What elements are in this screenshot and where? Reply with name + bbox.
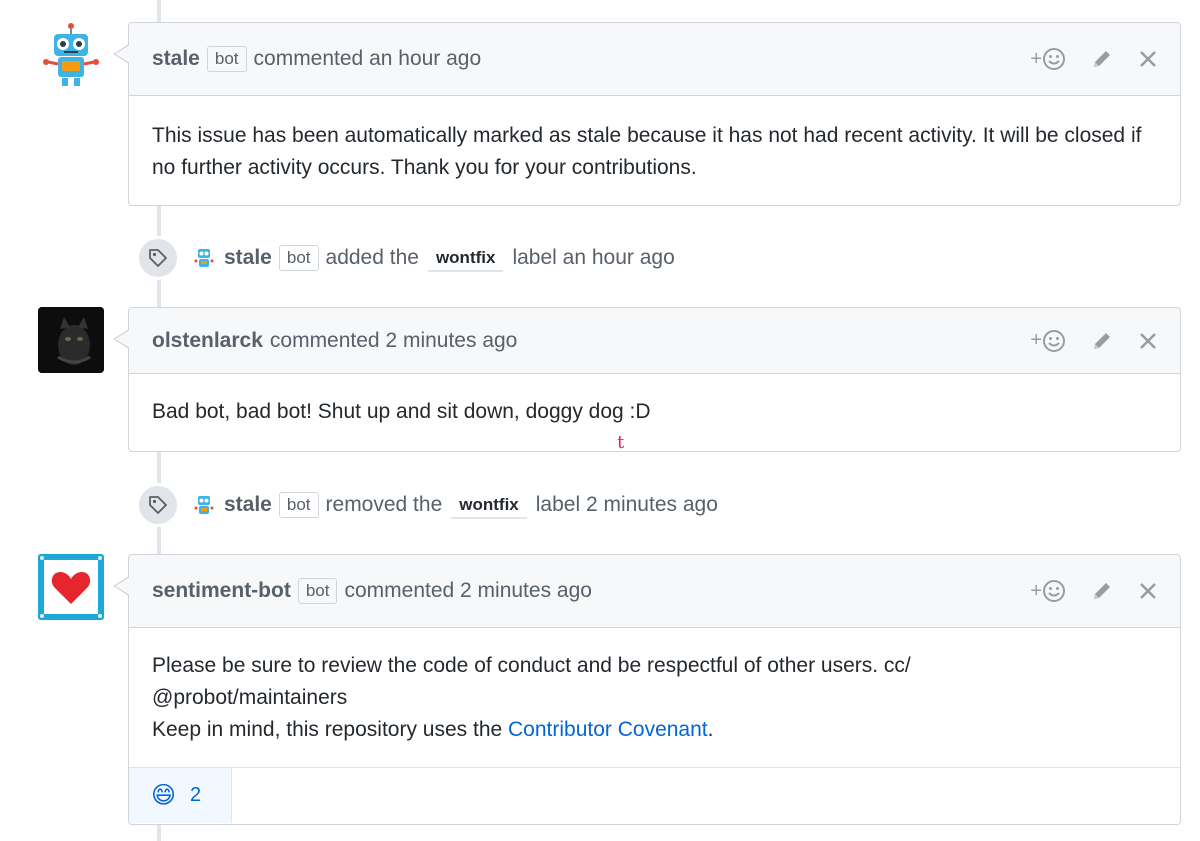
event-suffix: label an hour ago [512,246,675,269]
close-icon [1140,332,1156,349]
reaction-smile-button[interactable]: 😄 2 [129,768,232,823]
edit-button[interactable] [1090,329,1114,353]
delete-button[interactable] [1138,331,1158,351]
edit-button[interactable] [1090,579,1114,603]
reaction-count: 2 [190,784,202,806]
event-action: added the [325,246,419,269]
plus-glyph: + [1030,47,1042,70]
event-actor[interactable]: stale [224,493,272,517]
pencil-icon [1094,583,1110,599]
text-cursor-marker: t [617,432,625,453]
robot-icon[interactable] [192,246,216,270]
pencil-icon [1094,332,1110,349]
comment-arrow [115,45,130,63]
timeline-event-unlabeled: stale bot removed the wontfix label 2 mi… [136,483,718,527]
bot-badge: bot [278,245,319,271]
add-reaction-button[interactable]: + [1030,579,1066,603]
timeline-event-labeled: stale bot added the wontfix label an hou… [136,236,675,280]
event-actor[interactable]: stale [224,246,272,270]
delete-button[interactable] [1138,49,1158,69]
comment-sentiment-bot: sentiment-bot bot commented 2 minutes ag… [113,554,1181,825]
body-text: Keep in mind, this repository uses the [152,718,509,741]
body-text: . [707,718,714,741]
bot-badge: bot [297,578,338,604]
reactions-bar: 😄 2 [129,767,1180,823]
comment-olstenlarck: olstenlarck commented 2 minutes ago + Ba… [113,307,1181,452]
label-wontfix[interactable]: wontfix [450,492,528,519]
delete-button[interactable] [1138,581,1158,601]
edit-button[interactable] [1090,47,1114,71]
comment-header: olstenlarck commented 2 minutes ago + [129,308,1180,374]
comment-timestamp[interactable]: commented 2 minutes ago [344,579,591,603]
plus-glyph: + [1030,329,1042,351]
smiley-icon [1043,329,1065,352]
bot-badge: bot [278,492,319,518]
event-badge [136,236,180,280]
comment-timestamp[interactable]: commented an hour ago [254,47,482,71]
comment-header: sentiment-bot bot commented 2 minutes ag… [129,555,1180,628]
pencil-icon [1094,51,1110,67]
comment-body-line: Keep in mind, this repository uses the C… [152,714,1157,746]
timeline-line [157,825,161,841]
comment-actions: + [1030,47,1180,71]
smiley-icon [1043,48,1065,70]
avatar-olstenlarck[interactable] [38,307,104,373]
add-reaction-button[interactable]: + [1030,47,1066,71]
bot-badge: bot [206,46,247,72]
comment-body: Bad bot, bad bot! Shut up and sit down, … [152,400,651,423]
smiley-icon [1043,580,1065,602]
comment-actions: + [1030,579,1180,603]
plus-glyph: + [1030,579,1042,602]
comment-arrow [115,330,130,348]
add-reaction-button[interactable]: + [1030,329,1066,353]
comment-header: stale bot commented an hour ago + [129,23,1180,96]
comment-body: Please be sure to review the code of con… [129,628,1180,767]
tag-icon [149,249,167,267]
robot-icon[interactable] [192,493,216,517]
comment-stale: stale bot commented an hour ago + This i… [113,22,1181,206]
comment-body-line: Please be sure to review the code of con… [152,654,911,677]
close-icon [1140,51,1156,67]
event-action: removed the [325,493,443,516]
comment-author[interactable]: olstenlarck [152,329,263,353]
tag-icon [149,496,167,514]
label-wontfix[interactable]: wontfix [426,245,505,272]
avatar-stale-bot[interactable] [38,22,104,88]
timeline-line [157,0,161,22]
comment-arrow [115,577,130,595]
comment-author[interactable]: stale [152,47,200,71]
event-suffix: label 2 minutes ago [535,493,718,516]
close-icon [1140,583,1156,599]
heart-icon [38,554,104,620]
comment-body: This issue has been automatically marked… [152,124,1142,179]
comment-actions: + [1030,329,1180,353]
robot-icon [43,23,99,86]
avatar-sentiment-bot[interactable] [38,554,104,620]
contributor-covenant-link[interactable]: Contributor Covenant [508,718,708,741]
event-badge [136,483,180,527]
comment-body-line: @probot/maintainers [152,686,348,709]
comment-timestamp[interactable]: commented 2 minutes ago [270,329,517,353]
comment-author[interactable]: sentiment-bot [152,579,291,603]
smile-emoji-icon: 😄 [151,781,177,809]
cat-photo [38,307,104,373]
